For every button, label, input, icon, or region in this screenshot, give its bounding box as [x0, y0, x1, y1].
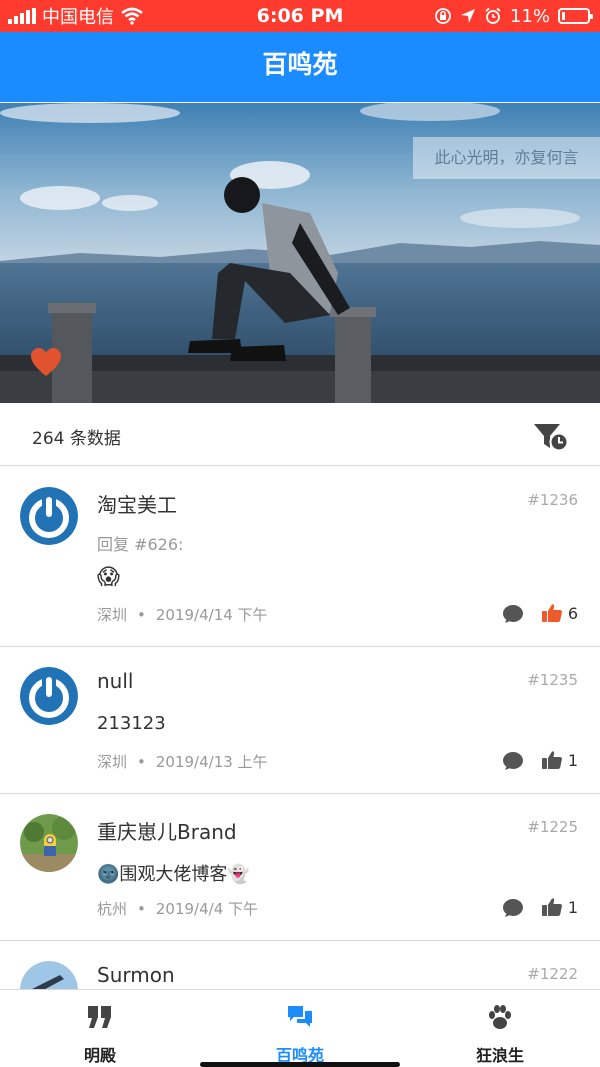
post-meta: 深圳 • 2019/4/13 上午	[97, 751, 268, 772]
post-location: 深圳	[97, 753, 128, 771]
post-content: 🌚围观大佬博客👻	[97, 864, 250, 885]
post-content: 213123	[97, 713, 166, 734]
post-id: #1225	[527, 818, 578, 836]
post-date: 2019/4/4 下午	[155, 900, 259, 918]
reply-reference[interactable]: 回复 #626:	[97, 531, 183, 555]
post-author[interactable]: null	[97, 669, 133, 693]
chat-bubbles-icon	[288, 1006, 312, 1027]
tab-kuanglangsheng[interactable]: 狂浪生	[400, 990, 600, 1067]
like-count: 1	[567, 751, 578, 770]
post-location: 杭州	[97, 900, 128, 918]
tab-mingdian[interactable]: 明殿	[0, 990, 200, 1067]
post-id: #1236	[527, 491, 578, 509]
post-meta: 杭州 • 2019/4/4 下午	[97, 898, 258, 919]
post-author[interactable]: Surmon	[97, 963, 175, 987]
post-author[interactable]: 淘宝美工	[97, 489, 177, 518]
record-count: 264 条数据	[32, 429, 121, 449]
quote-icon	[88, 1006, 111, 1028]
list-item[interactable]: 重庆崽儿Brand #1225 🌚围观大佬博客👻 杭州 • 2019/4/4 下午 …	[0, 794, 600, 941]
tab-baimingyuan[interactable]: 百鸣苑	[200, 990, 400, 1067]
thumbs-up-icon[interactable]	[541, 750, 563, 770]
power-avatar[interactable]	[20, 667, 78, 725]
tab-label: 明殿	[83, 1046, 116, 1065]
navigation-bar: 百鸣苑	[0, 32, 600, 102]
meta-separator: •	[137, 900, 146, 918]
like-count: 1	[567, 898, 578, 917]
paw-icon	[489, 1005, 511, 1029]
banner[interactable]: 此心光明，亦复何言	[0, 103, 600, 403]
comment-icon[interactable]	[502, 751, 524, 771]
minion-photo-avatar[interactable]	[20, 814, 78, 872]
home-indicator	[200, 1062, 400, 1067]
filter-clock-icon[interactable]	[532, 422, 570, 452]
status-bar: 中国电信 6:06 PM 11%	[0, 0, 600, 32]
post-id: #1235	[527, 671, 578, 689]
thumbs-up-icon[interactable]	[541, 897, 563, 917]
post-location: 深圳	[97, 606, 128, 624]
post-date: 2019/4/13 上午	[155, 753, 268, 771]
post-author[interactable]: 重庆崽儿Brand	[97, 816, 237, 845]
alarm-icon	[485, 7, 501, 24]
meta-separator: •	[137, 606, 146, 624]
lock-rotation-icon	[435, 8, 451, 24]
post-id: #1222	[527, 965, 578, 983]
like-count: 6	[567, 604, 578, 623]
banner-quote: 此心光明，亦复何言	[413, 137, 600, 179]
page-title: 百鸣苑	[262, 50, 338, 79]
battery-percent: 11%	[509, 5, 550, 27]
comment-icon[interactable]	[502, 898, 524, 918]
status-right: 11%	[434, 0, 593, 32]
power-avatar[interactable]	[20, 487, 78, 545]
thumbs-up-icon[interactable]	[541, 603, 563, 623]
list-item[interactable]: 淘宝美工 #1236 回复 #626: 😱 深圳 • 2019/4/14 下午 6	[0, 467, 600, 647]
meta-separator: •	[137, 753, 146, 771]
list-item[interactable]: null #1235 213123 深圳 • 2019/4/13 上午 1	[0, 647, 600, 794]
post-date: 2019/4/14 下午	[155, 606, 268, 624]
heart-icon[interactable]	[30, 347, 62, 377]
post-content: 😱	[97, 565, 120, 590]
tab-label: 狂浪生	[475, 1046, 524, 1065]
tab-bar: 明殿 百鸣苑 狂浪生	[0, 989, 600, 1067]
battery-icon	[558, 8, 593, 24]
comment-icon[interactable]	[502, 604, 524, 624]
post-meta: 深圳 • 2019/4/14 下午	[97, 604, 268, 625]
location-icon	[460, 9, 475, 23]
list-header: 264 条数据	[0, 404, 600, 466]
